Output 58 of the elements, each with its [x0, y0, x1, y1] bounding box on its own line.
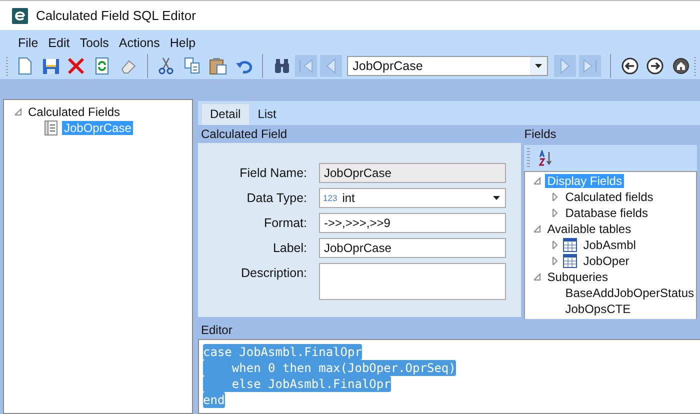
tab[interactable]: Detail: [201, 103, 250, 125]
input-field[interactable]: ->>,>>>,>>9: [319, 213, 506, 233]
menu-item[interactable]: Edit: [43, 36, 75, 50]
save-icon[interactable]: [42, 57, 60, 75]
record-selector[interactable]: JobOprCase: [346, 56, 548, 76]
refresh-icon[interactable]: [93, 57, 111, 75]
back-icon[interactable]: [620, 57, 639, 75]
dropdown[interactable]: 123 int: [319, 188, 506, 208]
expanded-icon[interactable]: [534, 177, 541, 185]
tree-item[interactable]: JobOpsCTE: [563, 302, 633, 316]
input-field: JobOprCase: [319, 163, 506, 183]
field-label: Format:: [262, 215, 308, 230]
document-icon: [44, 120, 58, 136]
grip-icon: [527, 148, 530, 168]
collapsed-icon[interactable]: [552, 209, 558, 217]
expanded-icon[interactable]: [534, 225, 541, 233]
delete-icon[interactable]: [67, 57, 86, 75]
dropdown-arrow-icon: [492, 196, 500, 200]
paste-icon[interactable]: [208, 57, 227, 75]
collapsed-icon[interactable]: [552, 193, 558, 201]
expanded-icon[interactable]: [14, 108, 22, 116]
first-record-icon[interactable]: [297, 57, 316, 75]
menu-item[interactable]: File: [16, 36, 44, 50]
table-icon: [563, 254, 578, 268]
expanded-icon[interactable]: [534, 273, 541, 281]
collapsed-icon[interactable]: [552, 241, 558, 249]
sort-icon[interactable]: [539, 150, 554, 166]
field-label: Description:: [240, 265, 308, 280]
binoculars-icon[interactable]: [273, 57, 292, 75]
menu-item[interactable]: Actions: [114, 36, 165, 50]
forward-icon[interactable]: [646, 57, 664, 75]
tree-item[interactable]: Calculated Fields: [26, 105, 122, 119]
copy-icon[interactable]: [183, 57, 202, 75]
menu-item[interactable]: Tools: [74, 36, 114, 50]
tree-item[interactable]: Database fields: [563, 206, 650, 220]
input-field[interactable]: JobOprCase: [319, 238, 506, 258]
tree-item[interactable]: Available tables: [545, 222, 634, 236]
last-record-icon[interactable]: [581, 57, 600, 75]
table-icon: [563, 238, 578, 252]
field-label: Label:: [272, 240, 308, 255]
cut-icon[interactable]: [157, 57, 176, 75]
tab[interactable]: List: [250, 104, 284, 125]
app-logo-icon: [12, 8, 28, 24]
tree-item[interactable]: BaseAddJobOperStatus: [563, 286, 696, 300]
tree-item[interactable]: JobAsmbl: [581, 238, 638, 252]
field-label: Data Type:: [246, 190, 308, 205]
collapsed-icon[interactable]: [552, 257, 558, 265]
tree-item[interactable]: Subqueries: [545, 270, 610, 284]
menu-item[interactable]: Help: [164, 36, 201, 50]
text-area[interactable]: [319, 263, 506, 300]
window-title: Calculated Field SQL Editor: [36, 8, 196, 23]
home-icon[interactable]: [672, 57, 690, 75]
tree-item[interactable]: Calculated fields: [563, 190, 656, 204]
dropdown-arrow-icon: [535, 64, 542, 68]
new-document-icon[interactable]: [16, 57, 34, 75]
tree-item[interactable]: JobOper: [581, 254, 632, 268]
grip-icon: [694, 56, 696, 76]
field-label: Field Name:: [238, 165, 308, 180]
